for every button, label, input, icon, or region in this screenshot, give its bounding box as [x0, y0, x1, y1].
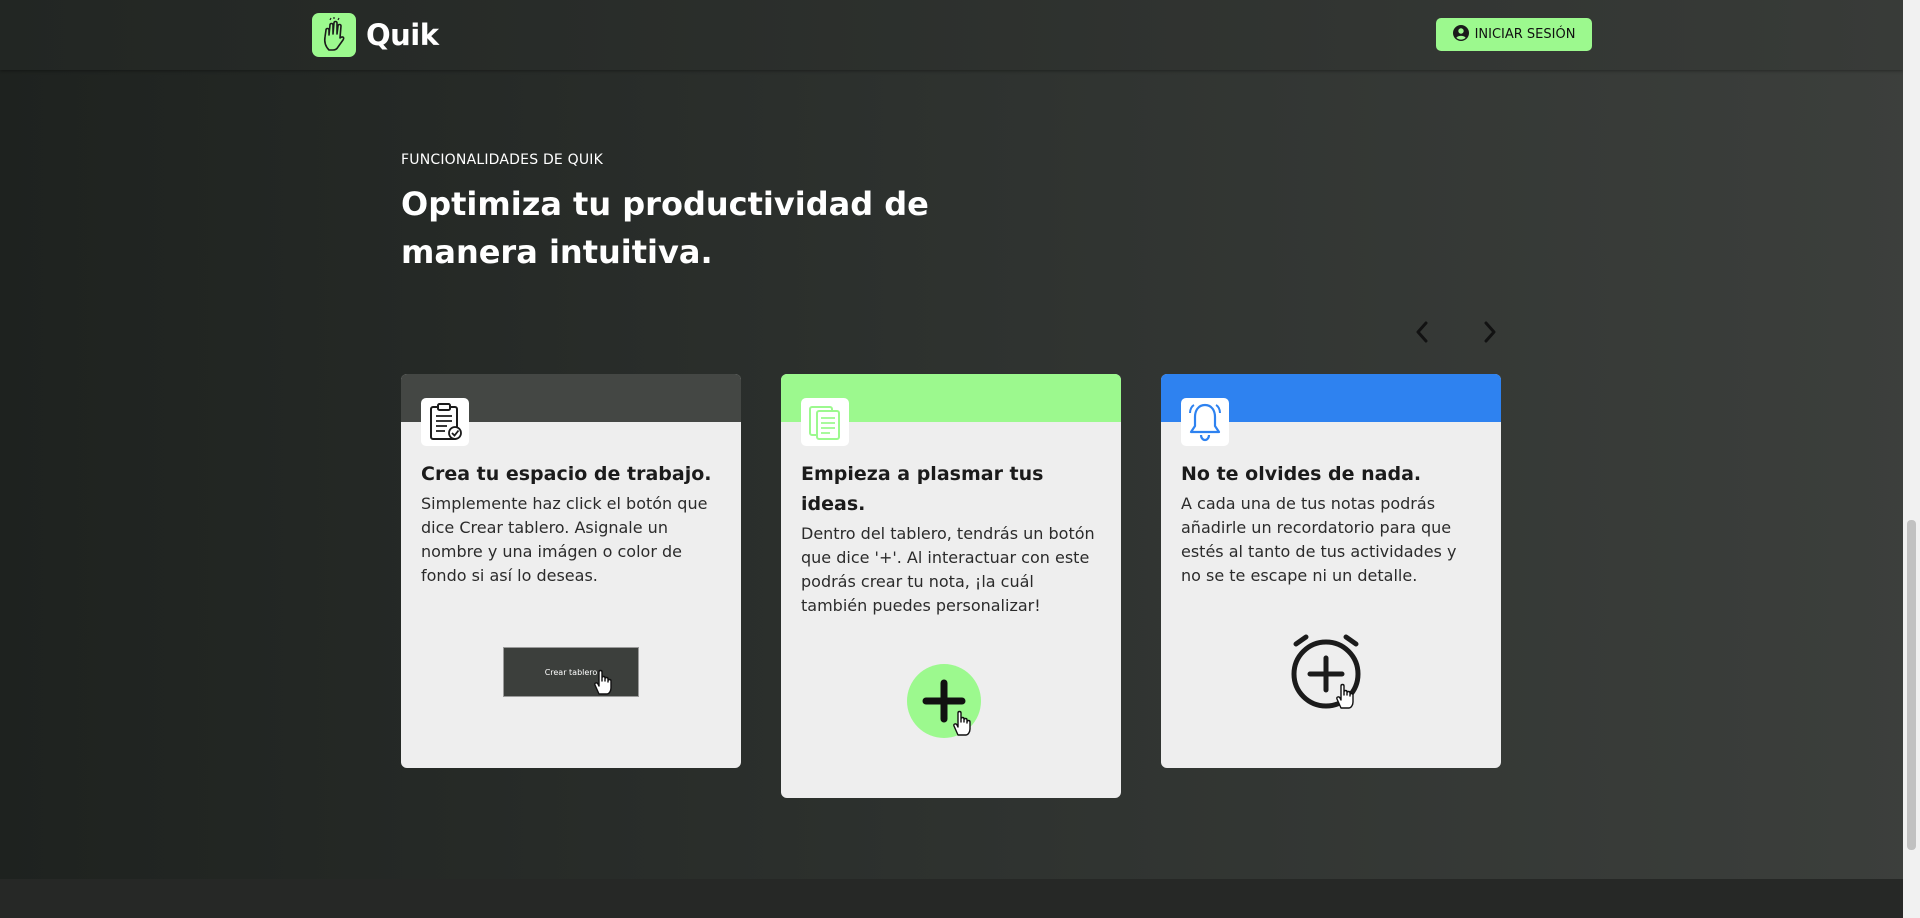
chevron-left-icon	[1416, 321, 1428, 343]
card-body: Empieza a plasmar tus ideas. Dentro del …	[781, 422, 1121, 638]
card-text: Simplemente haz click el botón que dice …	[421, 494, 708, 585]
brand-name: Quik	[366, 18, 439, 52]
hand-logo-icon	[312, 13, 356, 57]
add-note-illustration	[781, 663, 1121, 753]
card-text: A cada una de tus notas podrás añadirle …	[1181, 494, 1457, 585]
clipboard-icon	[421, 398, 469, 446]
card-title: Crea tu espacio de trabajo.	[421, 463, 712, 485]
card-text: Dentro del tablero, tendrás un botón que…	[801, 524, 1095, 615]
footer-band	[0, 879, 1903, 918]
card-body: No te olvides de nada. A cada una de tus…	[1161, 422, 1501, 608]
navbar: Quik INICIAR SESIÓN	[0, 0, 1903, 70]
bell-icon	[1181, 398, 1229, 446]
carousel-controls	[1408, 318, 1504, 346]
pointer-hand-icon	[594, 669, 612, 695]
user-circle-icon	[1452, 24, 1469, 45]
alarm-clock-plus-icon	[1291, 634, 1361, 709]
create-board-label: Crear tablero	[544, 667, 598, 677]
create-board-illustration: Crear tablero	[401, 647, 741, 697]
feature-card-workspace: Crea tu espacio de trabajo. Simplemente …	[401, 374, 741, 768]
carousel-prev-button[interactable]	[1408, 318, 1436, 346]
login-button[interactable]: INICIAR SESIÓN	[1436, 18, 1592, 51]
scrollbar-thumb[interactable]	[1907, 520, 1916, 850]
page-scrollbar[interactable]	[1903, 0, 1920, 918]
alarm-clock-illustration	[1161, 632, 1501, 722]
section-headline: Optimiza tu productividad de manera intu…	[401, 185, 929, 271]
carousel-next-button[interactable]	[1476, 318, 1504, 346]
section-eyebrow: FUNCIONALIDADES DE QUIK	[401, 152, 604, 168]
add-plus-icon	[907, 664, 981, 738]
card-title: Empieza a plasmar tus ideas.	[801, 463, 1044, 515]
notes-icon	[801, 398, 849, 446]
feature-card-reminders: No te olvides de nada. A cada una de tus…	[1161, 374, 1501, 768]
brand-logo[interactable]: Quik	[312, 13, 439, 57]
chevron-right-icon	[1484, 321, 1496, 343]
create-board-button-illustration: Crear tablero	[503, 647, 639, 697]
card-title: No te olvides de nada.	[1181, 463, 1422, 485]
login-button-label: INICIAR SESIÓN	[1474, 27, 1576, 42]
feature-card-notes: Empieza a plasmar tus ideas. Dentro del …	[781, 374, 1121, 798]
card-body: Crea tu espacio de trabajo. Simplemente …	[401, 422, 741, 608]
